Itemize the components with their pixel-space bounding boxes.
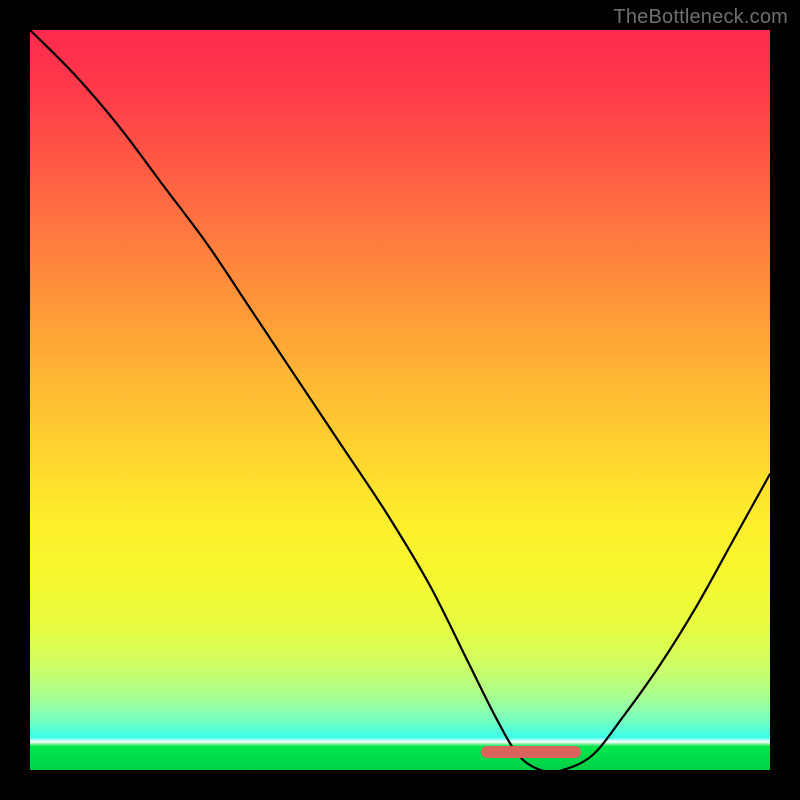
chart-plot-area [30, 30, 770, 770]
optimal-range-marker [481, 746, 581, 758]
bottleneck-curve-path [30, 30, 770, 770]
curve-svg [30, 30, 770, 770]
watermark-text: TheBottleneck.com [613, 6, 788, 29]
